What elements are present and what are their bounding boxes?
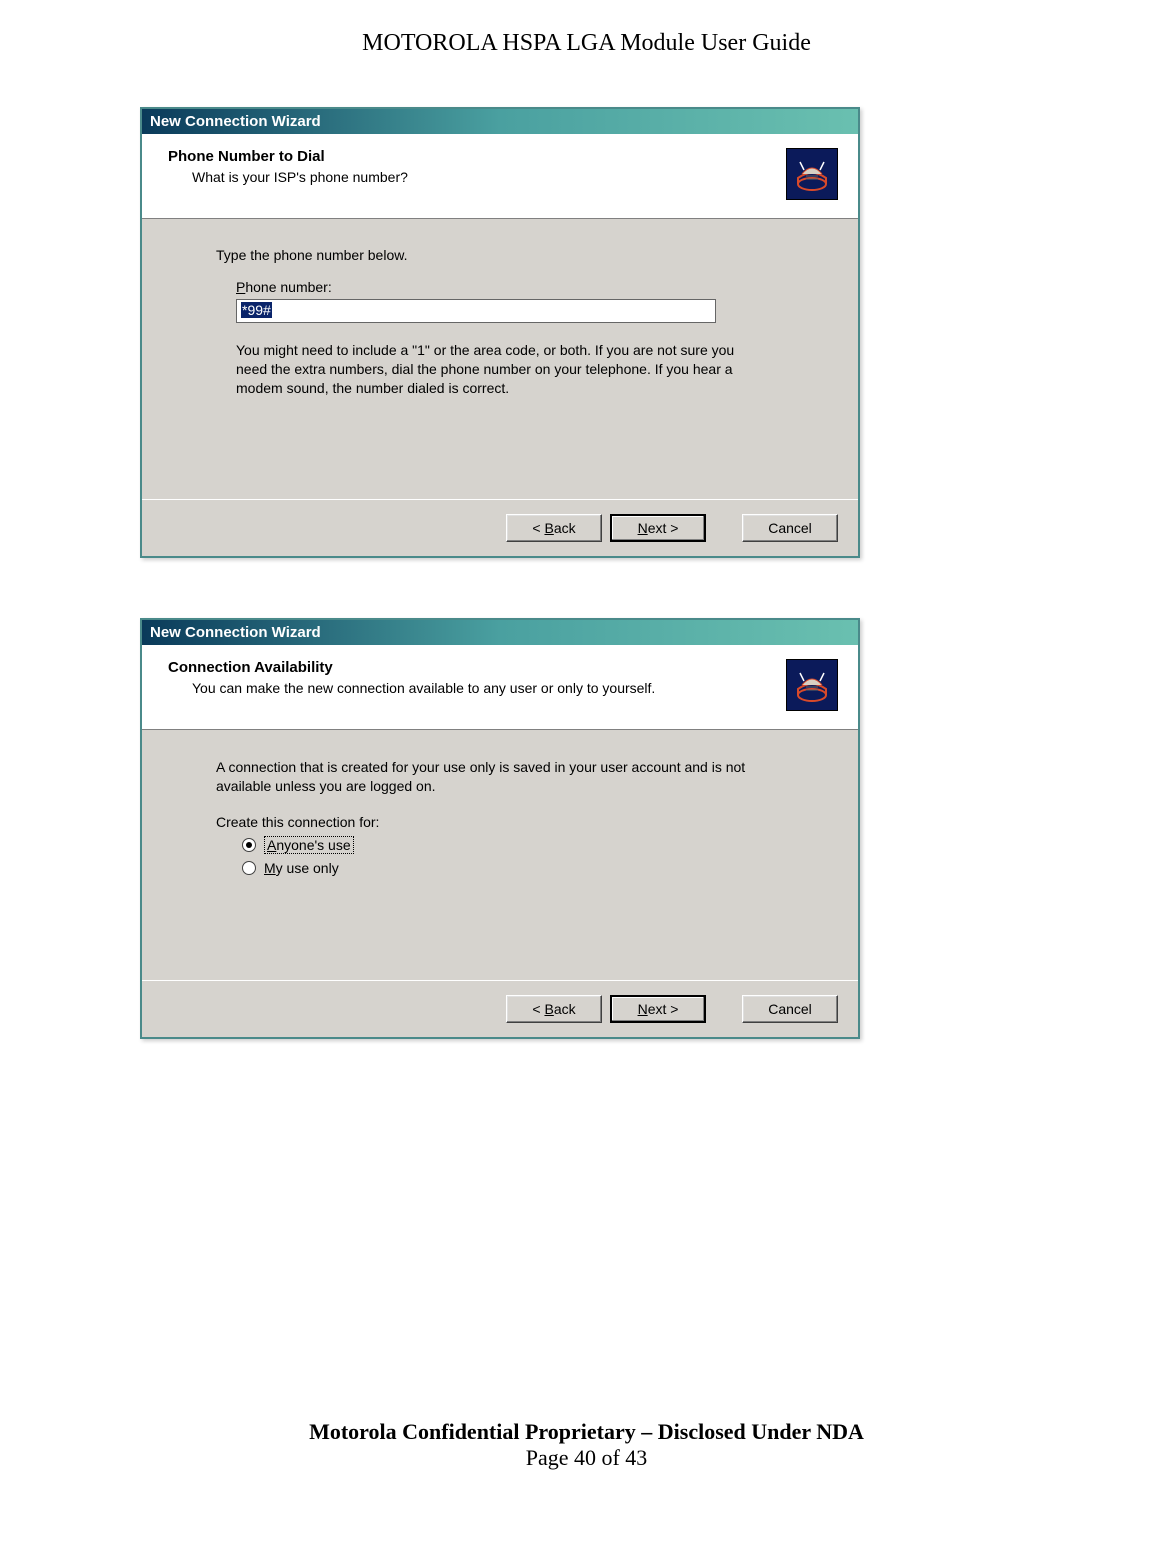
next-button[interactable]: Next > [610,995,706,1023]
button-row: < Back Next > Cancel [142,980,858,1037]
phone-number-input[interactable]: *99# [236,299,716,323]
group-label: Create this connection for: [216,814,824,830]
button-row: < Back Next > Cancel [142,499,858,556]
wizard-heading: Phone Number to Dial [168,148,408,165]
wizard-subheading: You can make the new connection availabl… [192,680,655,696]
wizard-body: Type the phone number below. Phone numbe… [142,219,858,499]
radio-anyone[interactable]: Anyone's use [242,836,824,854]
titlebar: New Connection Wizard [142,620,858,645]
radio-dot-icon [242,838,256,852]
wizard-dialog-availability: New Connection Wizard Connection Availab… [140,618,860,1039]
page-footer: Motorola Confidential Proprietary – Disc… [100,1419,1073,1471]
cancel-button[interactable]: Cancel [742,995,838,1023]
wizard-header: Connection Availability You can make the… [142,645,858,730]
back-button[interactable]: < Back [506,514,602,542]
footer-confidential: Motorola Confidential Proprietary – Disc… [100,1419,1073,1445]
cancel-button[interactable]: Cancel [742,514,838,542]
wizard-body: A connection that is created for your us… [142,730,858,980]
phone-number-label: Phone number: [236,279,824,295]
radio-my-use[interactable]: My use only [242,860,824,876]
footer-page-number: Page 40 of 43 [100,1445,1073,1471]
intro-text: A connection that is created for your us… [216,758,796,796]
wizard-dialog-phone: New Connection Wizard Phone Number to Di… [140,107,860,558]
radio-dot-icon [242,861,256,875]
next-button[interactable]: Next > [610,514,706,542]
back-button[interactable]: < Back [506,995,602,1023]
modem-icon [786,148,838,200]
document-title: MOTOROLA HSPA LGA Module User Guide [100,30,1073,57]
hint-text: You might need to include a "1" or the a… [236,341,746,398]
wizard-heading: Connection Availability [168,659,655,676]
wizard-header: Phone Number to Dial What is your ISP's … [142,134,858,219]
titlebar: New Connection Wizard [142,109,858,134]
wizard-subheading: What is your ISP's phone number? [192,169,408,185]
instruction-text: Type the phone number below. [216,247,824,263]
modem-icon [786,659,838,711]
